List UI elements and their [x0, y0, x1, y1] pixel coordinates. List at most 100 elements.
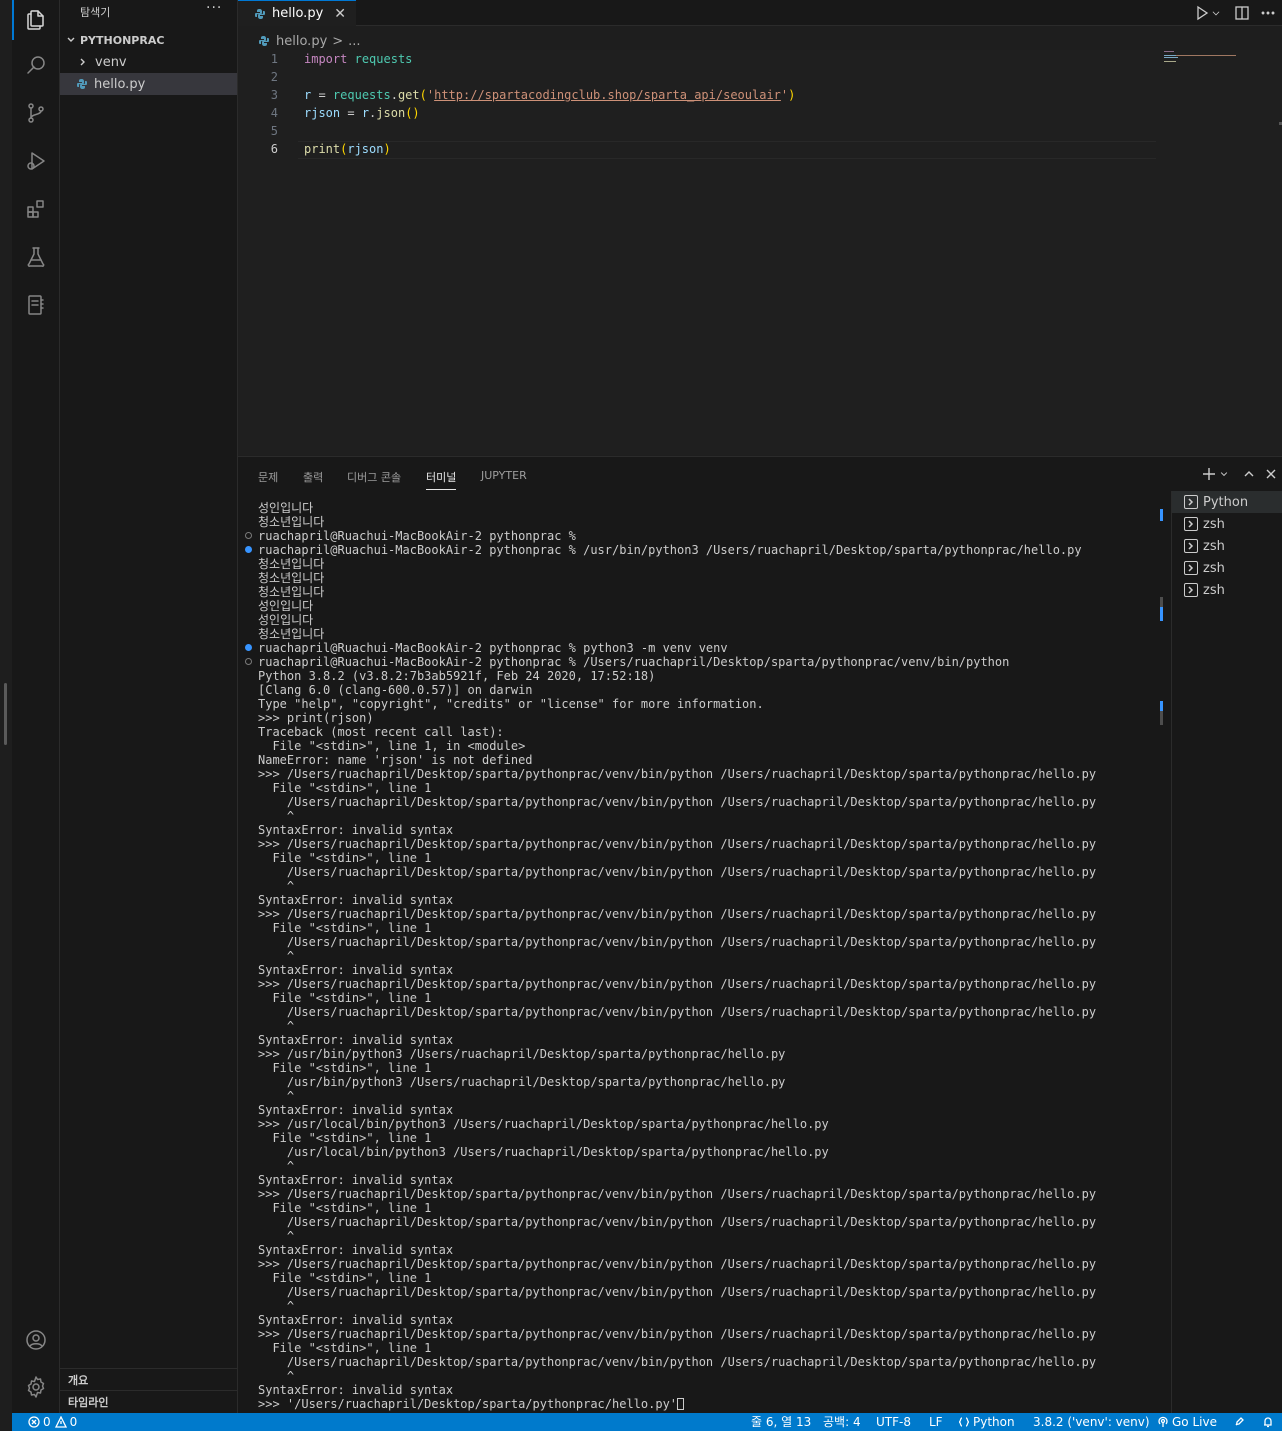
terminal-line: SyntaxError: invalid syntax: [258, 963, 454, 977]
terminal-line: Traceback (most recent call last):: [258, 725, 504, 739]
notifications-bell-icon[interactable]: [1262, 1413, 1277, 1431]
terminal-session-zsh[interactable]: zsh: [1172, 557, 1282, 579]
terminal-line: /Users/ruachapril/Desktop/sparta/pythonp…: [258, 865, 1097, 879]
token-operator: =: [340, 106, 362, 120]
settings-gear-icon[interactable]: [12, 1367, 60, 1407]
indentation[interactable]: 공백: 4: [823, 1413, 861, 1431]
chevron-down-icon[interactable]: [1210, 3, 1222, 23]
terminal-line: Python 3.8.2 (v3.8.2:7b3ab5921f, Feb 24 …: [258, 669, 663, 683]
terminal-line: File "<stdin>", line 1, in <module>: [258, 739, 526, 753]
feedback-icon[interactable]: [1234, 1413, 1249, 1431]
breadcrumb-symbols[interactable]: ...: [348, 34, 360, 49]
language-mode[interactable]: Python: [958, 1413, 1015, 1431]
run-debug-icon[interactable]: [12, 141, 60, 181]
scrollbar-marker: [1160, 711, 1163, 725]
command-decoration[interactable]: [245, 546, 252, 553]
more-actions-icon[interactable]: [1258, 3, 1278, 23]
terminal-line: /usr/local/bin/python3 /Users/ruachapril…: [258, 1145, 829, 1159]
line-number: 2: [270, 70, 278, 84]
terminal-icon: [1184, 495, 1198, 509]
terminal-line: File "<stdin>", line 1: [258, 921, 432, 935]
breadcrumb-file[interactable]: hello.py: [276, 34, 327, 49]
python-file-icon: [77, 79, 87, 89]
minimap[interactable]: [1164, 50, 1274, 70]
explorer-icon[interactable]: [12, 0, 60, 40]
code-line-4[interactable]: rjson = r.json(): [304, 104, 420, 122]
code-line-1[interactable]: import requests: [304, 50, 412, 68]
token-dot: .: [390, 88, 398, 102]
outline-label: 개요: [68, 1373, 89, 1387]
new-terminal-icon[interactable]: [1200, 465, 1218, 483]
line-number: 1: [270, 52, 278, 66]
terminal-icon: [1184, 583, 1198, 597]
extensions-icon[interactable]: [12, 189, 60, 229]
account-icon[interactable]: [12, 1320, 60, 1360]
session-label: zsh: [1203, 560, 1225, 576]
terminal-sessions-list: Python zsh zsh zsh zsh: [1171, 491, 1282, 1414]
sidebar-more-button[interactable]: ···: [206, 0, 222, 16]
token-function: json: [376, 106, 406, 120]
close-panel-icon[interactable]: [1262, 465, 1280, 483]
run-python-file-icon[interactable]: [1192, 3, 1212, 23]
code-line-3[interactable]: r = requests.get('http://spartacodingclu…: [304, 86, 795, 104]
testing-icon[interactable]: [12, 237, 60, 277]
end-of-line[interactable]: LF: [929, 1413, 943, 1431]
terminal-icon: [1184, 561, 1198, 575]
tab-debug-console[interactable]: 디버그 콘솔: [347, 469, 401, 485]
terminal-session-zsh[interactable]: zsh: [1172, 513, 1282, 535]
terminal-line: File "<stdin>", line 1: [258, 991, 432, 1005]
problems-indicator[interactable]: 0 0: [28, 1413, 77, 1431]
tab-output[interactable]: 출력: [303, 469, 323, 485]
folder-name: PYTHONPRAC: [80, 33, 165, 47]
terminal-line: ruachapril@Ruachui-MacBookAir-2 pythonpr…: [258, 529, 584, 543]
code-editor[interactable]: 1 2 3 4 5 6 import requests r = requests…: [238, 50, 1282, 455]
sidebar-title: 탐색기: [80, 6, 111, 19]
command-decoration[interactable]: [245, 532, 252, 539]
cursor-position[interactable]: 줄 6, 열 13: [751, 1413, 811, 1431]
terminal-line: SyntaxError: invalid syntax: [258, 1243, 454, 1257]
resize-handle[interactable]: [4, 683, 7, 745]
tab-jupyter[interactable]: JUPYTER: [481, 469, 527, 482]
terminal-line: SyntaxError: invalid syntax: [258, 823, 454, 837]
tab-hello-py[interactable]: hello.py ✕: [238, 0, 356, 26]
tab-terminal[interactable]: 터미널: [426, 469, 457, 490]
tree-item-label: hello.py: [94, 76, 146, 92]
terminal-line: >>> /Users/ruachapril/Desktop/sparta/pyt…: [258, 1187, 1097, 1201]
chevron-down-icon[interactable]: [1218, 465, 1230, 483]
terminal-line: >>> '/Users/ruachapril/Desktop/sparta/py…: [258, 1397, 685, 1411]
maximize-panel-icon[interactable]: [1240, 465, 1258, 483]
source-control-icon[interactable]: [12, 93, 60, 133]
terminal-line: Type "help", "copyright", "credits" or "…: [258, 697, 764, 711]
terminal-session-zsh[interactable]: zsh: [1172, 535, 1282, 557]
encoding[interactable]: UTF-8: [876, 1413, 911, 1431]
tree-item-hello-py[interactable]: hello.py: [60, 73, 237, 95]
tab-problems[interactable]: 문제: [258, 469, 278, 485]
go-live-button[interactable]: Go Live: [1157, 1413, 1217, 1431]
close-tab-icon[interactable]: ✕: [334, 6, 346, 22]
remote-explorer-icon[interactable]: [12, 285, 60, 325]
explorer-sidebar: 탐색기 ··· PYTHONPRAC venv hello.py 개요 타임라인: [60, 0, 238, 1414]
code-line-6[interactable]: print(rjson): [304, 140, 391, 158]
python-interpreter[interactable]: 3.8.2 ('venv': venv): [1033, 1413, 1150, 1431]
terminal-session-zsh[interactable]: zsh: [1172, 579, 1282, 601]
terminal-line: ruachapril@Ruachui-MacBookAir-2 pythonpr…: [258, 655, 1010, 669]
terminal-session-python[interactable]: Python: [1172, 491, 1282, 513]
chevron-right-icon: [77, 56, 89, 68]
token-url-link[interactable]: http://spartacodingclub.shop/sparta_api/…: [434, 88, 781, 102]
tree-item-venv[interactable]: venv: [60, 51, 237, 73]
token-paren: (): [405, 106, 420, 120]
timeline-section[interactable]: 타임라인: [60, 1390, 237, 1414]
command-decoration[interactable]: [245, 658, 252, 665]
terminal-line: ^: [258, 1089, 295, 1103]
outline-section[interactable]: 개요: [60, 1368, 237, 1392]
folder-header[interactable]: PYTHONPRAC: [60, 29, 237, 51]
terminal-line: File "<stdin>", line 1: [258, 1341, 432, 1355]
terminal-line: SyntaxError: invalid syntax: [258, 1033, 454, 1047]
terminal-output[interactable]: 성인입니다 청소년입니다 ruachapril@Ruachui-MacBookAir…: [238, 499, 1163, 1414]
command-decoration[interactable]: [245, 644, 252, 651]
current-line-highlight: [298, 141, 1156, 159]
token-module: requests: [354, 52, 413, 66]
search-icon[interactable]: [12, 45, 60, 85]
split-editor-icon[interactable]: [1232, 3, 1252, 23]
chevron-down-icon: [65, 34, 77, 46]
